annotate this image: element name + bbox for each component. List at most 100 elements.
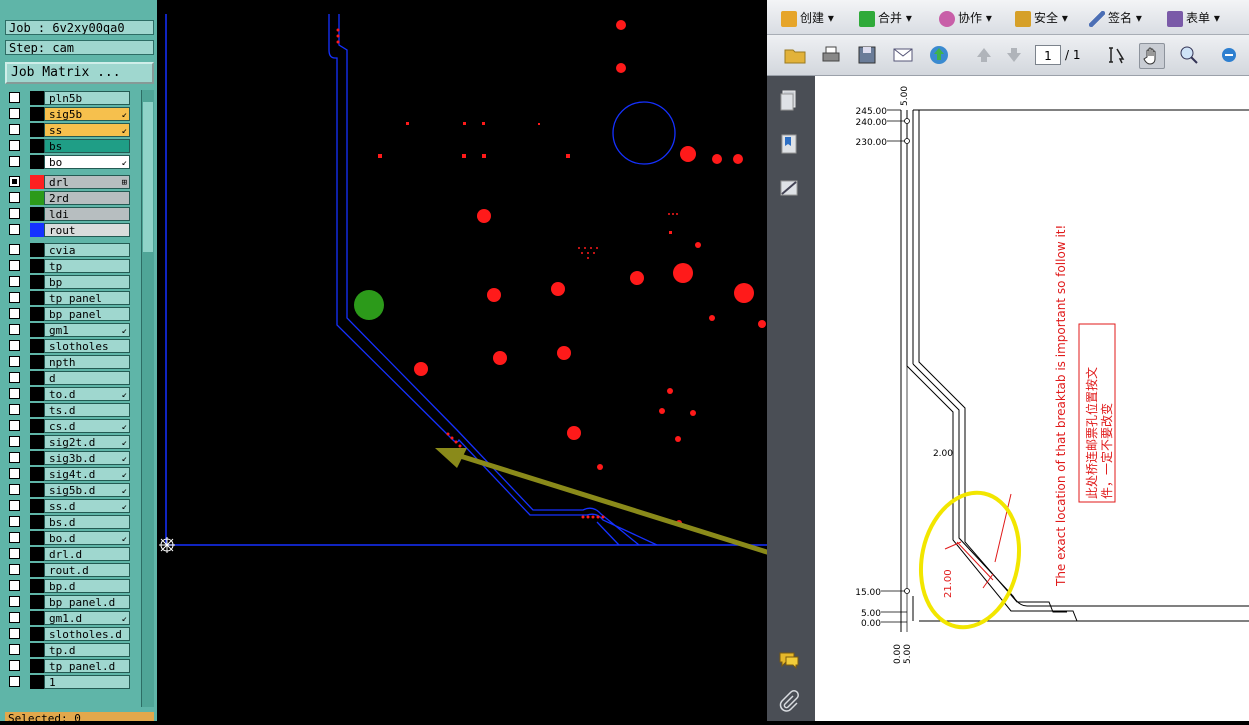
layer-name[interactable]: drl.d [44, 547, 130, 561]
signatures-icon[interactable] [777, 176, 801, 200]
layer-checkbox[interactable] [9, 628, 20, 639]
layer-checkbox[interactable] [9, 140, 20, 151]
layer-color-swatch[interactable] [30, 123, 44, 137]
layer-checkbox[interactable] [9, 156, 20, 167]
layer-name[interactable]: pln5b [44, 91, 130, 105]
layer-row[interactable]: 2rd [5, 190, 136, 206]
layer-row[interactable]: rout [5, 222, 136, 238]
layer-row[interactable]: gm1.d ↙ [5, 610, 136, 626]
layer-checkbox[interactable] [9, 436, 20, 447]
layer-row[interactable]: npth [5, 354, 136, 370]
layer-name[interactable]: 2rd [44, 191, 130, 205]
layer-row[interactable]: gm1 ↙ [5, 322, 136, 338]
sign-menu[interactable]: 签名 ▾ [1089, 7, 1142, 29]
layer-row[interactable]: sig3b.d ↙ [5, 450, 136, 466]
pdf-page[interactable]: 245.00 240.00 230.00 2.00 15.00 5.00 0.0… [815, 76, 1249, 721]
layer-name[interactable]: d [44, 371, 130, 385]
email-icon[interactable] [891, 43, 915, 67]
layer-row[interactable]: ldi [5, 206, 136, 222]
layer-color-swatch[interactable] [30, 467, 44, 481]
layer-name[interactable]: cvia [44, 243, 130, 257]
scrollbar-thumb[interactable] [143, 102, 153, 252]
layer-name[interactable]: bo ↙ [44, 155, 130, 169]
layer-name[interactable]: ldi [44, 207, 130, 221]
layer-checkbox[interactable] [9, 548, 20, 559]
layer-color-swatch[interactable] [30, 483, 44, 497]
hand-tool-icon[interactable] [1139, 43, 1165, 69]
layer-checkbox[interactable] [9, 452, 20, 463]
layer-color-swatch[interactable] [30, 323, 44, 337]
layer-name[interactable]: ts.d [44, 403, 130, 417]
layer-color-swatch[interactable] [30, 643, 44, 657]
layer-checkbox[interactable] [9, 308, 20, 319]
layer-name[interactable]: ss.d ↙ [44, 499, 130, 513]
layer-name[interactable]: to.d ↙ [44, 387, 130, 401]
collaborate-menu[interactable]: 协作 ▾ [939, 7, 992, 29]
layer-row[interactable]: bp [5, 274, 136, 290]
layer-name[interactable]: sig5b.d ↙ [44, 483, 130, 497]
layer-row[interactable]: slotholes.d [5, 626, 136, 642]
layer-name[interactable]: sig4t.d ↙ [44, 467, 130, 481]
layer-row[interactable]: cvia [5, 242, 136, 258]
layer-row[interactable]: tp.d [5, 642, 136, 658]
layer-checkbox[interactable] [9, 500, 20, 511]
comments-icon[interactable] [777, 648, 801, 672]
layer-color-swatch[interactable] [30, 291, 44, 305]
create-menu[interactable]: 创建 ▾ [781, 7, 834, 29]
select-text-icon[interactable] [1105, 43, 1129, 67]
layer-checkbox[interactable] [9, 372, 20, 383]
layer-row[interactable]: slotholes [5, 338, 136, 354]
layer-name[interactable]: tp_panel.d [44, 659, 130, 673]
layer-scrollbar[interactable] [141, 90, 154, 707]
layer-name[interactable]: rout.d [44, 563, 130, 577]
layer-row[interactable]: sig5b ↙ [5, 106, 136, 122]
layer-row[interactable]: sig2t.d ↙ [5, 434, 136, 450]
layer-checkbox[interactable] [9, 108, 20, 119]
layer-checkbox[interactable] [9, 596, 20, 607]
layer-checkbox[interactable] [9, 324, 20, 335]
layer-name[interactable]: bp_panel.d [44, 595, 130, 609]
layer-name[interactable]: slotholes.d [44, 627, 130, 641]
layer-checkbox[interactable] [9, 356, 20, 367]
layer-row[interactable]: bp.d [5, 578, 136, 594]
layer-name[interactable]: bs [44, 139, 130, 153]
layer-checkbox[interactable] [9, 92, 20, 103]
layer-checkbox[interactable] [9, 676, 20, 687]
layer-checkbox[interactable] [9, 276, 20, 287]
layer-row[interactable]: drl ⊞ [5, 174, 136, 190]
layer-checkbox[interactable] [9, 388, 20, 399]
layer-name[interactable]: rout [44, 223, 130, 237]
layer-checkbox[interactable] [9, 564, 20, 575]
layer-name[interactable]: slotholes [44, 339, 130, 353]
layer-color-swatch[interactable] [30, 355, 44, 369]
layer-row[interactable]: bp_panel.d [5, 594, 136, 610]
print-icon[interactable] [819, 43, 843, 67]
layer-checkbox[interactable] [9, 580, 20, 591]
layer-color-swatch[interactable] [30, 207, 44, 221]
layer-name[interactable]: cs.d ↙ [44, 419, 130, 433]
previous-page-icon[interactable] [972, 43, 996, 67]
layer-row[interactable]: bo.d ↙ [5, 530, 136, 546]
layer-row[interactable]: bs [5, 138, 136, 154]
layer-color-swatch[interactable] [30, 499, 44, 513]
layer-row[interactable]: bs.d [5, 514, 136, 530]
layer-checkbox[interactable] [9, 192, 20, 203]
layer-checkbox[interactable] [9, 644, 20, 655]
next-page-icon[interactable] [1002, 43, 1026, 67]
layer-color-swatch[interactable] [30, 191, 44, 205]
layer-color-swatch[interactable] [30, 243, 44, 257]
job-matrix-button[interactable]: Job Matrix ... [5, 62, 154, 84]
layer-checkbox[interactable] [9, 660, 20, 671]
layer-color-swatch[interactable] [30, 659, 44, 673]
forms-menu[interactable]: 表单 ▾ [1167, 7, 1220, 29]
layer-row[interactable]: 1 [5, 674, 136, 690]
layer-name[interactable]: gm1.d ↙ [44, 611, 130, 625]
layer-color-swatch[interactable] [30, 107, 44, 121]
layer-checkbox[interactable] [9, 176, 20, 187]
page-number-input[interactable]: 1 [1035, 45, 1061, 65]
layer-color-swatch[interactable] [30, 547, 44, 561]
save-icon[interactable] [855, 43, 879, 67]
layer-row[interactable]: ts.d [5, 402, 136, 418]
layer-color-swatch[interactable] [30, 627, 44, 641]
layer-row[interactable]: sig4t.d ↙ [5, 466, 136, 482]
